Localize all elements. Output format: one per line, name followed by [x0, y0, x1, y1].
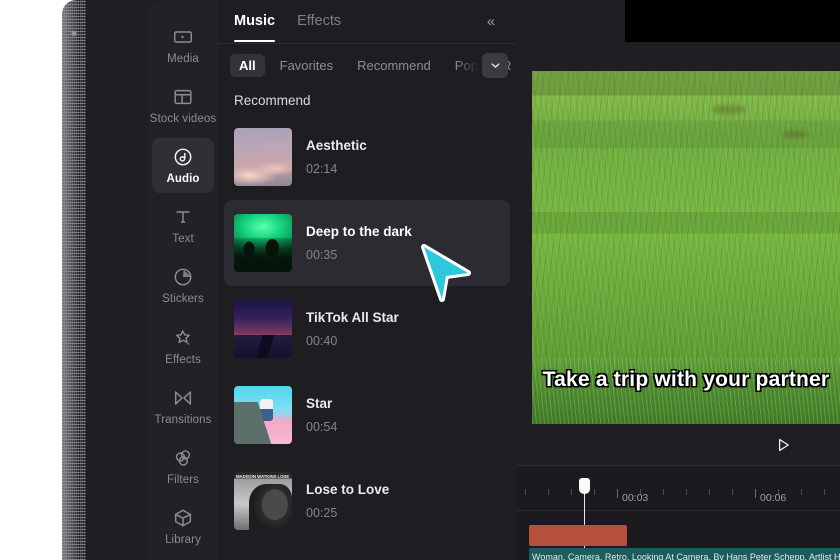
sidebar-item-label: Audio: [166, 173, 200, 186]
track-duration: 00:25: [306, 506, 338, 520]
stickers-icon: [172, 266, 194, 288]
sidebar-item-label: Transitions: [154, 413, 212, 426]
video-clip-label: Woman, Camera, Retro, Looking At Camera,…: [532, 552, 840, 560]
track-duration: 02:14: [306, 162, 338, 176]
tab-effects[interactable]: Effects: [297, 13, 341, 31]
album-art: MADISON WATKINS LOSE TO LOVE: [234, 472, 292, 530]
ruler-label: 00:03: [622, 492, 649, 504]
top-right-black-area: [625, 0, 840, 42]
section-title-recommend: Recommend: [234, 93, 311, 108]
album-art: [234, 214, 292, 272]
transitions-icon: [172, 387, 194, 409]
play-button[interactable]: [774, 436, 792, 454]
list-item[interactable]: Star 00:54: [224, 372, 510, 458]
album-art: [234, 128, 292, 186]
chip-pop[interactable]: Pop: [446, 54, 487, 77]
playhead-handle[interactable]: [579, 478, 590, 494]
chip-recommend[interactable]: Recommend: [348, 54, 440, 77]
track-duration: 00:40: [306, 334, 338, 348]
field-patch: [782, 131, 808, 138]
sidebar-item-label: Effects: [165, 353, 201, 366]
video-clip[interactable]: Woman, Camera, Retro, Looking At Camera,…: [529, 548, 840, 560]
category-chip-row: All Favorites Recommend Pop R: [218, 44, 516, 85]
sidebar-item-label: Filters: [166, 474, 199, 487]
filters-icon: [172, 447, 194, 469]
list-item[interactable]: MADISON WATKINS LOSE TO LOVE Lose to Lov…: [224, 458, 510, 544]
chip-favorites[interactable]: Favorites: [271, 54, 342, 77]
field-patch: [712, 105, 746, 114]
text-icon: [172, 206, 194, 228]
sidebar-item-label: Stock videos: [149, 112, 217, 125]
sidebar-item-effects[interactable]: Effects: [152, 319, 214, 373]
sidebar-item-stock-videos[interactable]: Stock videos: [149, 78, 217, 132]
player-controls-bar: [532, 424, 840, 465]
track-title: Deep to the dark: [306, 224, 412, 239]
list-item[interactable]: Aesthetic 02:14: [224, 114, 510, 200]
sidebar-item-text[interactable]: Text: [152, 199, 214, 253]
preview-area: Take a trip with your partner: [516, 0, 840, 465]
track-title: Aesthetic: [306, 138, 367, 153]
track-list: Aesthetic 02:14 Deep to the dark 00:35 T…: [218, 114, 516, 544]
ruler-label: 00:06: [760, 492, 787, 504]
track-duration: 00:35: [306, 248, 338, 262]
track-duration: 00:54: [306, 420, 338, 434]
editor-window: Media Stock videos Audio Text Stickers E…: [62, 0, 840, 560]
tab-music[interactable]: Music: [234, 13, 276, 42]
left-tool-rail: Media Stock videos Audio Text Stickers E…: [148, 0, 218, 560]
sidebar-item-stickers[interactable]: Stickers: [152, 259, 214, 313]
stock-videos-icon: [172, 86, 194, 108]
video-preview[interactable]: Take a trip with your partner: [532, 71, 840, 424]
album-art: [234, 300, 292, 358]
audio-icon: [172, 146, 194, 168]
track-title: TikTok All Star: [306, 310, 399, 325]
audio-clip[interactable]: [529, 525, 627, 546]
timeline-ruler[interactable]: 00:03 00:06 00:0: [516, 489, 840, 511]
sidebar-item-label: Stickers: [162, 293, 204, 306]
chip-all[interactable]: All: [230, 54, 265, 77]
sidebar-item-media[interactable]: Media: [152, 18, 214, 72]
album-art-text: MADISON WATKINS LOSE TO LOVE: [236, 474, 290, 479]
video-caption: Take a trip with your partner: [542, 368, 830, 391]
list-item[interactable]: Deep to the dark 00:35: [224, 200, 510, 286]
audio-panel: Music Effects « All Favorites Recommend …: [218, 0, 516, 560]
media-icon: [172, 26, 194, 48]
chevron-down-icon[interactable]: [482, 53, 508, 78]
sidebar-item-filters[interactable]: Filters: [152, 440, 214, 494]
track-title: Star: [306, 396, 333, 411]
app-root: Media Stock videos Audio Text Stickers E…: [0, 0, 840, 560]
sidebar-item-label: Text: [172, 233, 194, 246]
library-icon: [172, 507, 194, 529]
timeline[interactable]: 00:03 00:06 00:0 Woman, Camera, Retro, L…: [516, 465, 840, 560]
album-art: [234, 386, 292, 444]
list-item[interactable]: TikTok All Star 00:40: [224, 286, 510, 372]
sidebar-item-transitions[interactable]: Transitions: [152, 379, 214, 433]
effects-icon: [172, 327, 194, 349]
sidebar-item-audio[interactable]: Audio: [152, 138, 214, 193]
sidebar-item-library[interactable]: Library: [152, 500, 214, 554]
sidebar-item-label: Library: [165, 534, 201, 547]
panel-tab-bar: Music Effects «: [218, 0, 516, 44]
collapse-panel-icon[interactable]: «: [480, 12, 502, 32]
sidebar-item-label: Media: [167, 52, 199, 65]
track-title: Lose to Love: [306, 482, 390, 497]
